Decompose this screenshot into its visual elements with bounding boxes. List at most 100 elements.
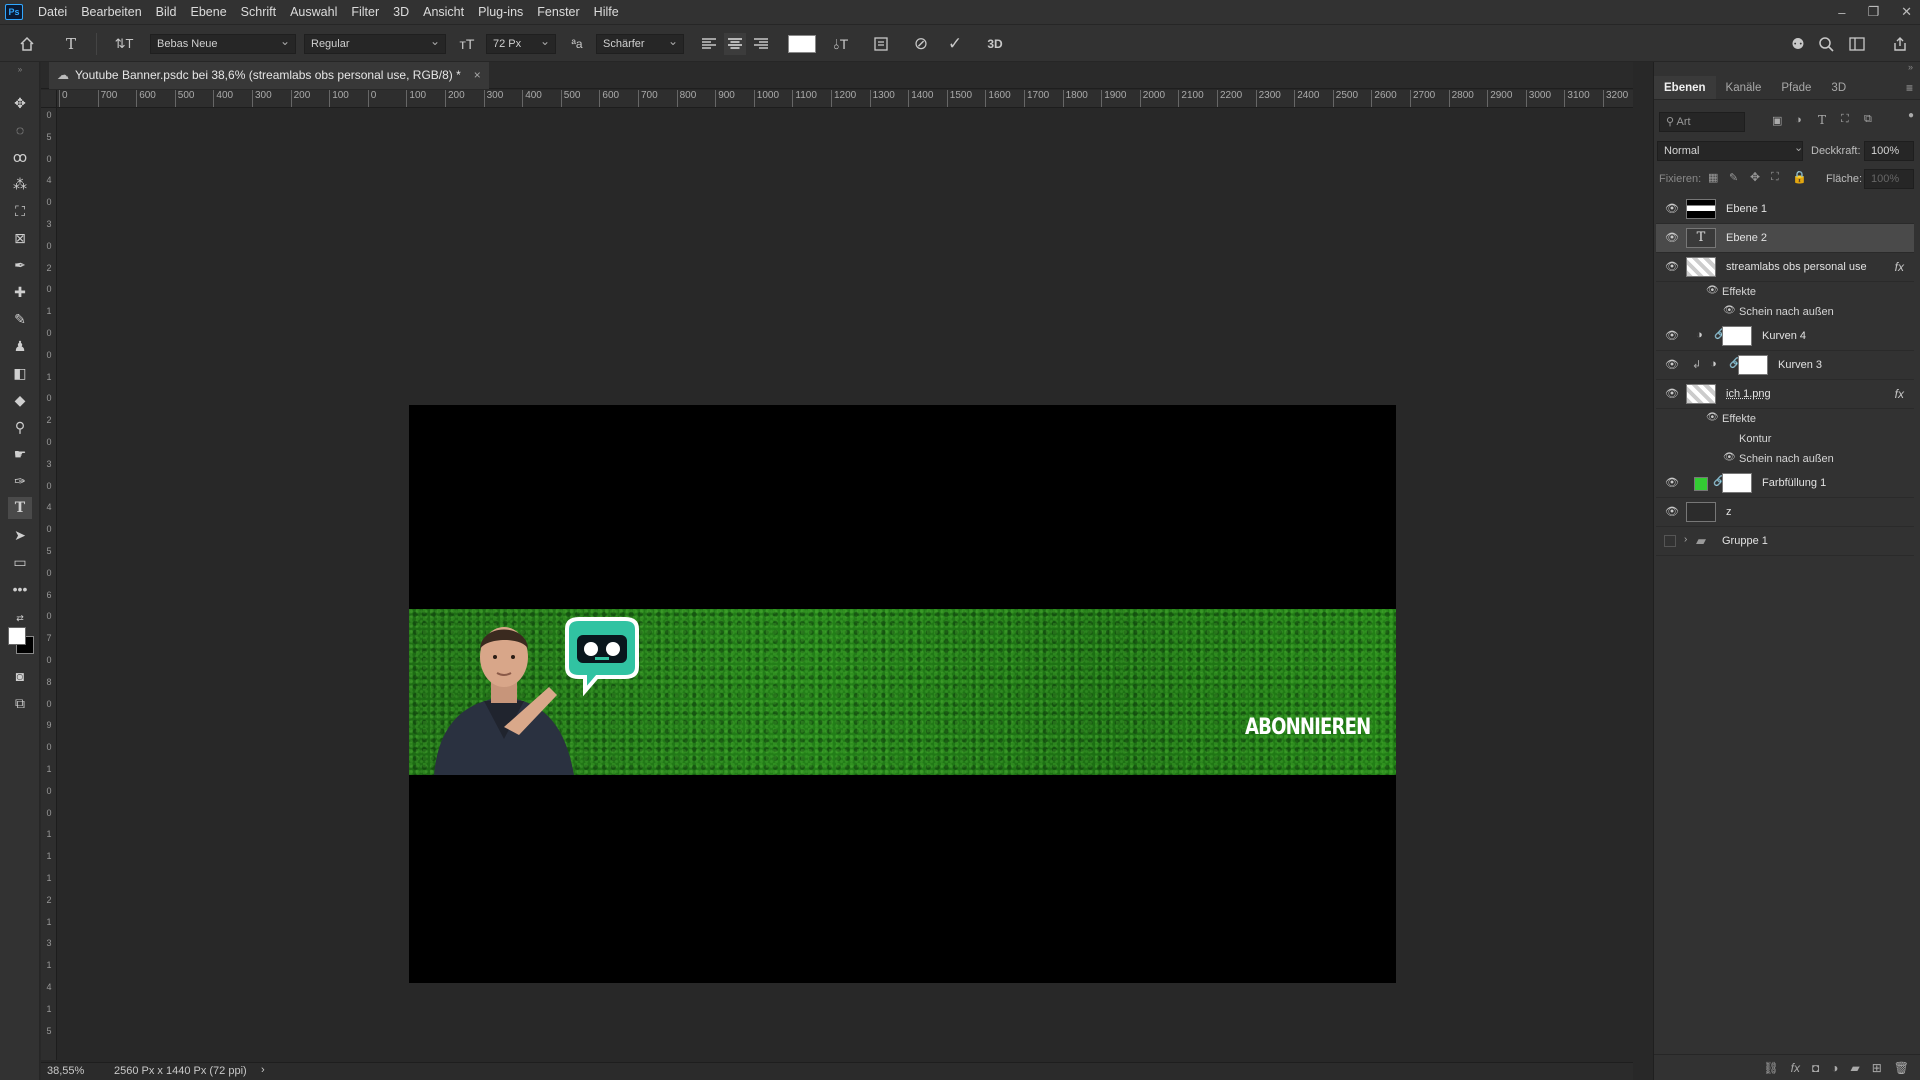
lock-transparency-icon[interactable]: ▦ — [1708, 171, 1718, 184]
fill-color-swatch[interactable] — [1694, 477, 1708, 491]
menu-ebene[interactable]: Ebene — [184, 0, 234, 24]
align-left-icon[interactable] — [698, 33, 720, 55]
vertical-ruler[interactable]: 0 5 0 4 0 3 0 2 0 1 0 0 1 0 2 0 3 0 4 0 5 0 6 0 7 0 8 0 9 0 1 0 0 1 1 1 2 1 3 1… — [41, 108, 57, 1060]
visibility-eye-icon[interactable]: 👁 — [1664, 231, 1680, 245]
visibility-eye-icon[interactable]: 👁 — [1664, 476, 1680, 490]
brush-tool-icon[interactable]: ✎ — [8, 308, 32, 330]
menu-auswahl[interactable]: Auswahl — [283, 0, 344, 24]
zoom-level[interactable]: 38,55% — [47, 1065, 84, 1077]
move-tool-icon[interactable]: ✥ — [8, 92, 32, 114]
document-canvas[interactable]: ABONNIEREN — [409, 405, 1396, 983]
rectangle-tool-icon[interactable]: ▭ — [8, 551, 32, 573]
path-selection-icon[interactable]: ➤ — [8, 524, 32, 546]
marquee-tool-icon[interactable]: ◌ — [8, 119, 32, 141]
menu-plugins[interactable]: Plug-ins — [471, 0, 530, 24]
delete-layer-icon[interactable]: 🗑 — [1894, 1061, 1909, 1075]
add-mask-icon[interactable]: ◘ — [1812, 1061, 1819, 1075]
add-style-icon[interactable]: fx — [1791, 1061, 1800, 1075]
visibility-eye-icon[interactable]: 👁 — [1664, 260, 1680, 274]
minimize-icon[interactable]: – — [1838, 5, 1845, 20]
more-tools-icon[interactable]: ••• — [8, 578, 32, 600]
chevron-right-icon[interactable]: › — [1684, 534, 1687, 545]
text-color-swatch[interactable] — [788, 35, 816, 53]
paint-bucket-icon[interactable]: ◆ — [8, 389, 32, 411]
layer-fx-badge[interactable]: fx — [1895, 380, 1904, 409]
close-window-icon[interactable]: ✕ — [1901, 4, 1912, 20]
type-tool-icon[interactable]: T — [8, 497, 32, 519]
tab-pfade[interactable]: Pfade — [1771, 76, 1821, 99]
eyedropper-icon[interactable]: ✒ — [8, 254, 32, 276]
character-panel-icon[interactable] — [870, 33, 892, 55]
status-menu-arrow[interactable]: › — [261, 1064, 265, 1076]
commit-edit-icon[interactable]: ✓ — [944, 33, 966, 55]
toolbar-collapse-icon[interactable]: » — [8, 64, 32, 74]
layer-gruppe-1[interactable]: › ▰ Gruppe 1 — [1656, 527, 1914, 556]
panel-menu-icon[interactable]: ≡ — [1906, 76, 1913, 100]
menu-hilfe[interactable]: Hilfe — [587, 0, 626, 24]
menu-ansicht[interactable]: Ansicht — [416, 0, 471, 24]
font-style-select[interactable]: Regular — [304, 34, 446, 54]
font-size-select[interactable]: 72 Px — [486, 34, 556, 54]
visibility-toggle-empty[interactable] — [1664, 535, 1676, 547]
layer-farbfuellung-1[interactable]: 👁 🔗 Farbfüllung 1 — [1656, 469, 1914, 498]
layer-fx-badge[interactable]: fx — [1895, 253, 1904, 282]
menu-schrift[interactable]: Schrift — [234, 0, 283, 24]
layer-filter-input[interactable]: ⚲ Art — [1659, 112, 1745, 132]
layer-ebene-1[interactable]: 👁 Ebene 1 — [1656, 195, 1914, 224]
fill-input[interactable]: 100% — [1864, 169, 1914, 189]
tab-kanaele[interactable]: Kanäle — [1716, 76, 1772, 99]
layer-ich-1-png[interactable]: 👁 ich 1.png fx — [1656, 380, 1914, 409]
new-layer-icon[interactable]: ⊞ — [1872, 1061, 1882, 1075]
swap-colors-icon[interactable]: ⇄ — [8, 607, 32, 629]
panel-collapse-icon[interactable]: » — [1654, 62, 1920, 74]
search-icon[interactable] — [1815, 33, 1837, 55]
filter-pixel-icon[interactable]: ▣ — [1772, 114, 1782, 127]
menu-bearbeiten[interactable]: Bearbeiten — [74, 0, 148, 24]
align-center-icon[interactable] — [724, 33, 746, 55]
text-tool-preset-icon[interactable]: T — [60, 33, 82, 55]
smudge-tool-icon[interactable]: ☛ — [8, 443, 32, 465]
lock-image-icon[interactable]: ✎ — [1729, 171, 1738, 184]
lock-artboard-icon[interactable]: ⛶ — [1771, 171, 1779, 184]
menu-bild[interactable]: Bild — [149, 0, 184, 24]
screen-mode-icon[interactable]: ⧉ — [8, 692, 32, 714]
3d-text-icon[interactable]: 3D — [984, 33, 1006, 55]
lasso-tool-icon[interactable]: ꝏ — [8, 146, 32, 168]
visibility-eye-icon[interactable]: 👁 — [1664, 505, 1680, 519]
new-group-icon[interactable]: ▰ — [1850, 1061, 1859, 1075]
menu-3d[interactable]: 3D — [386, 0, 416, 24]
home-icon[interactable] — [16, 33, 38, 55]
filter-shape-icon[interactable]: ⛶ — [1841, 113, 1849, 126]
workspace[interactable]: ABONNIEREN — [57, 108, 1633, 1060]
magic-wand-icon[interactable]: ⁂ — [8, 173, 32, 195]
workspace-icon[interactable] — [1846, 33, 1868, 55]
antialias-select[interactable]: Schärfer — [596, 34, 684, 54]
lock-position-icon[interactable]: ✥ — [1750, 170, 1760, 184]
filter-toggle-icon[interactable]: ● — [1908, 110, 1914, 121]
visibility-eye-icon[interactable]: 👁 — [1723, 452, 1736, 463]
pen-tool-icon[interactable]: ✑ — [8, 470, 32, 492]
ruler-origin[interactable] — [41, 90, 57, 108]
visibility-eye-icon[interactable]: 👁 — [1664, 358, 1680, 372]
visibility-eye-icon[interactable]: 👁 — [1706, 412, 1719, 423]
export-icon[interactable] — [1889, 33, 1911, 55]
document-tab[interactable]: ☁ Youtube Banner.psdc bei 38,6% (streaml… — [49, 62, 489, 89]
foreground-color-swatch[interactable] — [8, 627, 26, 645]
tab-3d[interactable]: 3D — [1821, 76, 1856, 99]
visibility-eye-icon[interactable]: 👁 — [1706, 285, 1719, 296]
menu-fenster[interactable]: Fenster — [530, 0, 586, 24]
filter-smartobject-icon[interactable]: ⧉ — [1864, 113, 1872, 126]
eraser-tool-icon[interactable]: ◧ — [8, 362, 32, 384]
quick-mask-icon[interactable]: ◙ — [8, 665, 32, 687]
layer-streamlabs[interactable]: 👁 streamlabs obs personal use fx — [1656, 253, 1914, 282]
warp-text-icon[interactable]: ⫰T — [830, 33, 852, 55]
horizontal-ruler[interactable]: 0 700 600 500 400 300 200 100 0 100 200 300 400 500 60… — [57, 90, 1633, 108]
stamp-tool-icon[interactable]: ♟ — [8, 335, 32, 357]
layer-effects-group[interactable]: 👁 Effekte — [1656, 282, 1914, 302]
share-user-icon[interactable]: ⚉ — [1787, 33, 1809, 55]
effect-outer-glow[interactable]: 👁 Schein nach außen — [1656, 302, 1914, 322]
filter-type-icon[interactable]: T — [1818, 113, 1826, 127]
crop-tool-icon[interactable]: ⛶ — [8, 200, 32, 222]
new-adjustment-icon[interactable]: ◑ — [1831, 1061, 1838, 1075]
layer-kurven-3[interactable]: 👁 ↲ ◑ 🔗 Kurven 3 — [1656, 351, 1914, 380]
